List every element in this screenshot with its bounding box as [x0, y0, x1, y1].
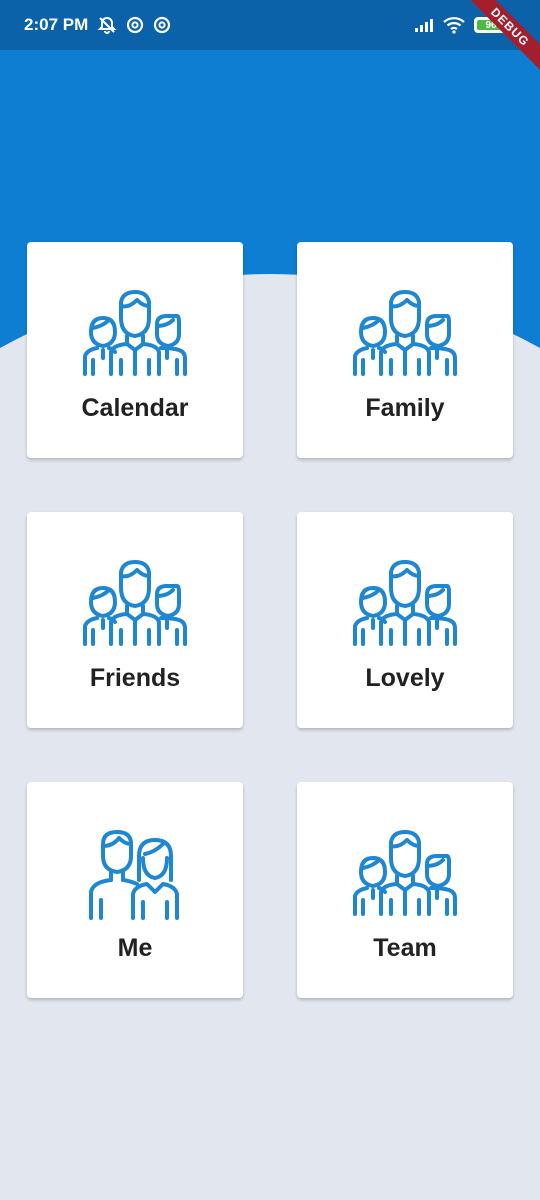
status-time: 2:07 PM: [24, 15, 89, 34]
menu-card-label: Lovely: [365, 664, 445, 692]
menu-card-label: Team: [373, 934, 437, 962]
couple-icon: [81, 828, 189, 920]
at-sign-icon: [126, 16, 144, 34]
battery-level-text: 96: [485, 19, 497, 31]
menu-card-label: Me: [117, 934, 153, 962]
battery-icon: 96: [474, 17, 511, 33]
menu-card-team[interactable]: Team: [297, 782, 513, 998]
group-icon: [81, 558, 189, 648]
status-bar: 2:07 PM 96: [0, 0, 540, 50]
signal-icon: [414, 17, 434, 33]
menu-card-me[interactable]: Me: [27, 782, 243, 998]
menu-card-calendar[interactable]: Calendar: [27, 242, 243, 458]
group-icon: [351, 558, 459, 648]
notifications-off-icon: [97, 15, 117, 35]
menu-card-lovely[interactable]: Lovely: [297, 512, 513, 728]
menu-card-label: Family: [365, 394, 445, 422]
wifi-icon: [443, 16, 465, 34]
menu-card-family[interactable]: Family: [297, 242, 513, 458]
menu-card-label: Friends: [89, 664, 181, 692]
group-icon: [351, 288, 459, 378]
menu-card-friends[interactable]: Friends: [27, 512, 243, 728]
menu-grid: Calendar Family Friends Lovely Me Team: [27, 242, 513, 998]
group-icon: [351, 828, 459, 918]
group-icon: [81, 288, 189, 378]
menu-card-label: Calendar: [81, 394, 189, 422]
at-sign-icon: [153, 16, 171, 34]
